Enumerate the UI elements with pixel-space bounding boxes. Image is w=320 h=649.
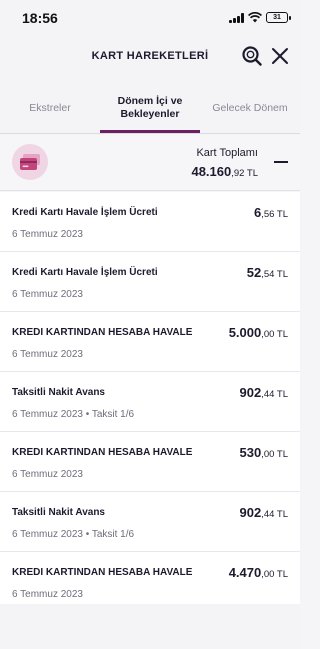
- transaction-amount-main: 902: [239, 385, 262, 400]
- credit-card-icon: [20, 154, 40, 170]
- transaction-amount-main: 902: [239, 505, 262, 520]
- transaction-row[interactable]: KREDI KARTINDAN HESABA HAVALE 6 Temmuz 2…: [0, 432, 300, 492]
- period-tabs: Ekstreler Dönem İçi ve Bekleyenler Gelec…: [0, 82, 300, 134]
- status-icons: 31: [229, 12, 291, 23]
- tab-current-period[interactable]: Dönem İçi ve Bekleyenler: [100, 82, 200, 134]
- transaction-row[interactable]: Kredi Kartı Havale İşlem Ücreti 6 Temmuz…: [0, 192, 300, 252]
- transaction-amount-main: 52: [246, 265, 262, 280]
- transaction-amount-decimal: ,54 TL: [261, 269, 288, 280]
- card-total-amount: 48.160,92 TL: [191, 164, 258, 179]
- transaction-date: 6 Temmuz 2023: [12, 469, 83, 480]
- transaction-date: 6 Temmuz 2023: [12, 349, 83, 360]
- transaction-amount-decimal: ,00 TL: [261, 449, 288, 460]
- collapse-button[interactable]: [274, 161, 288, 163]
- transaction-amount: 4.470,00 TL: [229, 564, 288, 582]
- transaction-title: KREDI KARTINDAN HESABA HAVALE: [12, 447, 193, 458]
- transaction-amount-main: 4.470: [228, 565, 262, 580]
- transaction-title: Taksitli Nakit Avans: [12, 507, 105, 518]
- list-end-area: [0, 604, 300, 649]
- transaction-title: KREDI KARTINDAN HESABA HAVALE: [12, 327, 193, 338]
- transaction-amount: 530,00 TL: [240, 444, 288, 462]
- transaction-title: Kredi Kartı Havale İşlem Ücreti: [12, 267, 158, 278]
- transaction-title: Kredi Kartı Havale İşlem Ücreti: [12, 207, 158, 218]
- transaction-amount: 5.000,00 TL: [229, 324, 288, 342]
- transaction-amount-decimal: ,00 TL: [261, 329, 288, 340]
- status-time: 18:56: [22, 10, 58, 26]
- transaction-amount: 52,54 TL: [247, 264, 288, 282]
- signal-icon: [229, 12, 244, 23]
- transaction-amount-main: 530: [239, 445, 262, 460]
- transaction-title: KREDI KARTINDAN HESABA HAVALE: [12, 567, 193, 578]
- transaction-date: 6 Temmuz 2023: [12, 229, 83, 240]
- wifi-icon: [248, 12, 262, 23]
- transaction-date: 6 Temmuz 2023 • Taksit 1/6: [12, 529, 135, 540]
- transaction-row[interactable]: Kredi Kartı Havale İşlem Ücreti 6 Temmuz…: [0, 252, 300, 312]
- transaction-date: 6 Temmuz 2023: [12, 289, 83, 300]
- card-total-label: Kart Toplamı: [196, 147, 258, 159]
- transaction-row[interactable]: KREDI KARTINDAN HESABA HAVALE 6 Temmuz 2…: [0, 312, 300, 372]
- transaction-amount-main: 5.000: [228, 325, 262, 340]
- battery-icon: 31: [266, 12, 291, 23]
- transaction-amount-decimal: ,44 TL: [261, 389, 288, 400]
- transaction-amount: 902,44 TL: [240, 384, 288, 402]
- tab-statements[interactable]: Ekstreler: [0, 82, 100, 134]
- search-button[interactable]: [240, 44, 264, 68]
- transaction-amount-decimal: ,00 TL: [261, 569, 288, 580]
- search-icon: [242, 46, 262, 66]
- card-avatar: [12, 144, 48, 180]
- status-bar: 18:56 31: [0, 0, 300, 34]
- active-tab-indicator: [100, 130, 200, 133]
- transaction-title: Taksitli Nakit Avans: [12, 387, 105, 398]
- transaction-amount: 6,56 TL: [254, 204, 288, 222]
- transaction-date: 6 Temmuz 2023: [12, 589, 83, 600]
- transaction-row[interactable]: Taksitli Nakit Avans 6 Temmuz 2023 • Tak…: [0, 492, 300, 552]
- card-total-amount-decimal: ,92 TL: [231, 168, 258, 179]
- transaction-row[interactable]: KREDI KARTINDAN HESABA HAVALE 6 Temmuz 2…: [0, 552, 300, 612]
- transaction-amount-decimal: ,56 TL: [261, 209, 288, 220]
- close-button[interactable]: [268, 44, 292, 68]
- card-total-summary[interactable]: Kart Toplamı 48.160,92 TL: [0, 135, 300, 191]
- transaction-row[interactable]: Taksitli Nakit Avans 6 Temmuz 2023 • Tak…: [0, 372, 300, 432]
- close-icon: [272, 48, 288, 64]
- card-total-amount-main: 48.160: [191, 164, 232, 179]
- transaction-amount: 902,44 TL: [240, 504, 288, 522]
- battery-level: 31: [273, 14, 281, 21]
- app-header: KART HAREKETLERİ: [0, 34, 300, 82]
- tab-next-period[interactable]: Gelecek Dönem: [200, 82, 300, 134]
- transaction-amount-decimal: ,44 TL: [261, 509, 288, 520]
- transaction-date: 6 Temmuz 2023 • Taksit 1/6: [12, 409, 135, 420]
